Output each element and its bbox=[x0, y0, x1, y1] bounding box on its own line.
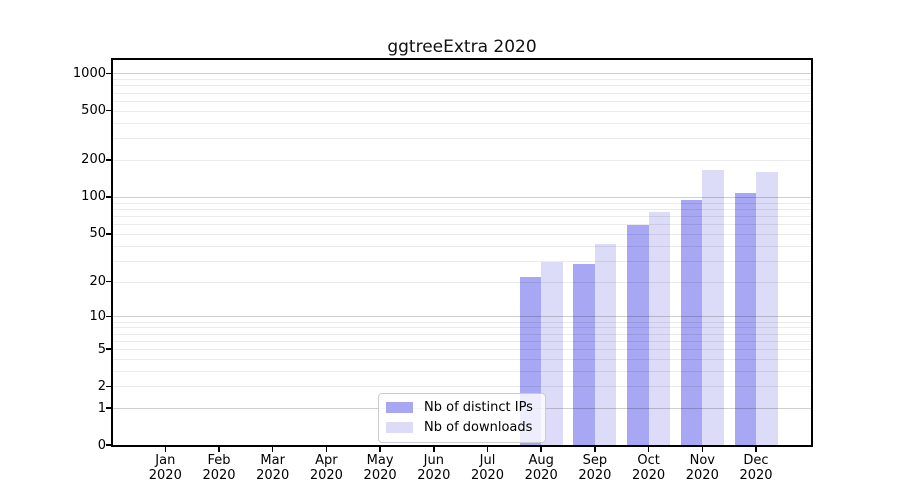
y-tick-label-5: 5 bbox=[46, 342, 106, 357]
y-tick-label-0: 0 bbox=[46, 438, 106, 453]
x-tick-mark-mar bbox=[272, 447, 274, 452]
legend-label-downloads: Nb of downloads bbox=[424, 419, 532, 436]
gridline-minor-90 bbox=[113, 203, 811, 204]
x-tick-mark-sep bbox=[594, 447, 596, 452]
x-tick-mark-jan bbox=[165, 447, 167, 452]
y-tick-mark-0 bbox=[106, 444, 111, 446]
bar-distinct-ips-dec bbox=[735, 193, 757, 445]
legend-swatch-downloads bbox=[386, 422, 413, 433]
gridline-minor-40 bbox=[113, 246, 811, 247]
x-tick-label-jan: Jan2020 bbox=[137, 453, 193, 483]
gridline-minor-8 bbox=[113, 327, 811, 328]
bar-downloads-dec bbox=[756, 172, 778, 445]
x-tick-label-aug: Aug2020 bbox=[513, 453, 569, 483]
x-tick-label-jun: Jun2020 bbox=[406, 453, 462, 483]
bar-downloads-nov bbox=[702, 170, 724, 445]
legend: Nb of distinct IPs Nb of downloads bbox=[378, 393, 546, 443]
gridline-minor-200 bbox=[113, 160, 811, 161]
x-tick-mark-nov bbox=[702, 447, 704, 452]
legend-label-distinct-ips: Nb of distinct IPs bbox=[424, 399, 533, 416]
x-tick-mark-dec bbox=[755, 447, 757, 452]
gridline-minor-3 bbox=[113, 371, 811, 372]
x-tick-mark-apr bbox=[326, 447, 328, 452]
bars-layer bbox=[113, 60, 811, 445]
gridline-major-100 bbox=[113, 197, 811, 198]
gridline-minor-20 bbox=[113, 282, 811, 283]
gridline-minor-400 bbox=[113, 123, 811, 124]
x-tick-label-oct: Oct2020 bbox=[621, 453, 677, 483]
gridline-minor-900 bbox=[113, 79, 811, 80]
x-tick-mark-aug bbox=[540, 447, 542, 452]
y-tick-mark-1 bbox=[106, 407, 111, 409]
y-tick-mark-1000 bbox=[106, 73, 111, 75]
gridline-minor-4 bbox=[113, 359, 811, 360]
x-tick-label-may: May2020 bbox=[352, 453, 408, 483]
y-tick-label-100: 100 bbox=[46, 189, 106, 204]
y-tick-mark-100 bbox=[106, 196, 111, 198]
gridline-minor-50 bbox=[113, 234, 811, 235]
y-tick-mark-10 bbox=[106, 316, 111, 318]
legend-item-distinct-ips: Nb of distinct IPs bbox=[386, 399, 539, 416]
x-tick-mark-feb bbox=[218, 447, 220, 452]
x-tick-label-jul: Jul2020 bbox=[460, 453, 516, 483]
legend-item-downloads: Nb of downloads bbox=[386, 419, 539, 436]
bar-distinct-ips-sep bbox=[573, 264, 595, 445]
x-tick-mark-may bbox=[379, 447, 381, 452]
gridline-minor-500 bbox=[113, 111, 811, 112]
y-tick-label-500: 500 bbox=[46, 103, 106, 118]
plot-area: Nb of distinct IPs Nb of downloads bbox=[111, 58, 813, 447]
gridline-minor-30 bbox=[113, 261, 811, 262]
gridline-minor-80 bbox=[113, 209, 811, 210]
gridline-minor-70 bbox=[113, 216, 811, 217]
x-tick-label-mar: Mar2020 bbox=[245, 453, 301, 483]
gridline-minor-60 bbox=[113, 224, 811, 225]
y-tick-label-50: 50 bbox=[46, 226, 106, 241]
gridline-minor-6 bbox=[113, 341, 811, 342]
gridlines-layer bbox=[113, 60, 811, 445]
legend-swatch-distinct-ips bbox=[386, 402, 413, 413]
x-tick-label-apr: Apr2020 bbox=[298, 453, 354, 483]
y-tick-mark-2 bbox=[106, 386, 111, 388]
x-tick-mark-jun bbox=[433, 447, 435, 452]
gridline-major-1000 bbox=[113, 73, 811, 74]
gridline-minor-800 bbox=[113, 85, 811, 86]
gridline-minor-5 bbox=[113, 349, 811, 350]
y-tick-label-10: 10 bbox=[46, 309, 106, 324]
y-tick-mark-50 bbox=[106, 233, 111, 235]
bar-downloads-sep bbox=[595, 244, 617, 445]
chart-title: ggtreeExtra 2020 bbox=[113, 36, 811, 58]
gridline-minor-7 bbox=[113, 334, 811, 335]
x-tick-label-sep: Sep2020 bbox=[567, 453, 623, 483]
y-tick-mark-500 bbox=[106, 110, 111, 112]
bar-downloads-oct bbox=[649, 212, 671, 445]
x-tick-mark-oct bbox=[648, 447, 650, 452]
x-tick-label-nov: Nov2020 bbox=[674, 453, 730, 483]
gridline-minor-300 bbox=[113, 138, 811, 139]
x-tick-label-dec: Dec2020 bbox=[728, 453, 784, 483]
gridline-minor-600 bbox=[113, 101, 811, 102]
y-tick-label-20: 20 bbox=[46, 274, 106, 289]
x-tick-mark-jul bbox=[487, 447, 489, 452]
bar-distinct-ips-oct bbox=[627, 225, 649, 445]
y-tick-label-1000: 1000 bbox=[46, 66, 106, 81]
gridline-minor-700 bbox=[113, 93, 811, 94]
gridline-minor-2 bbox=[113, 386, 811, 387]
bar-distinct-ips-nov bbox=[681, 200, 703, 445]
y-tick-label-2: 2 bbox=[46, 379, 106, 394]
y-tick-mark-20 bbox=[106, 281, 111, 283]
gridline-minor-9 bbox=[113, 322, 811, 323]
y-tick-mark-200 bbox=[106, 159, 111, 161]
y-tick-label-200: 200 bbox=[46, 152, 106, 167]
x-tick-label-feb: Feb2020 bbox=[191, 453, 247, 483]
y-tick-label-1: 1 bbox=[46, 401, 106, 416]
figure: ggtreeExtra 2020 Nb of distinct IPs Nb o… bbox=[0, 0, 900, 500]
y-tick-mark-5 bbox=[106, 348, 111, 350]
gridline-major-10 bbox=[113, 316, 811, 317]
